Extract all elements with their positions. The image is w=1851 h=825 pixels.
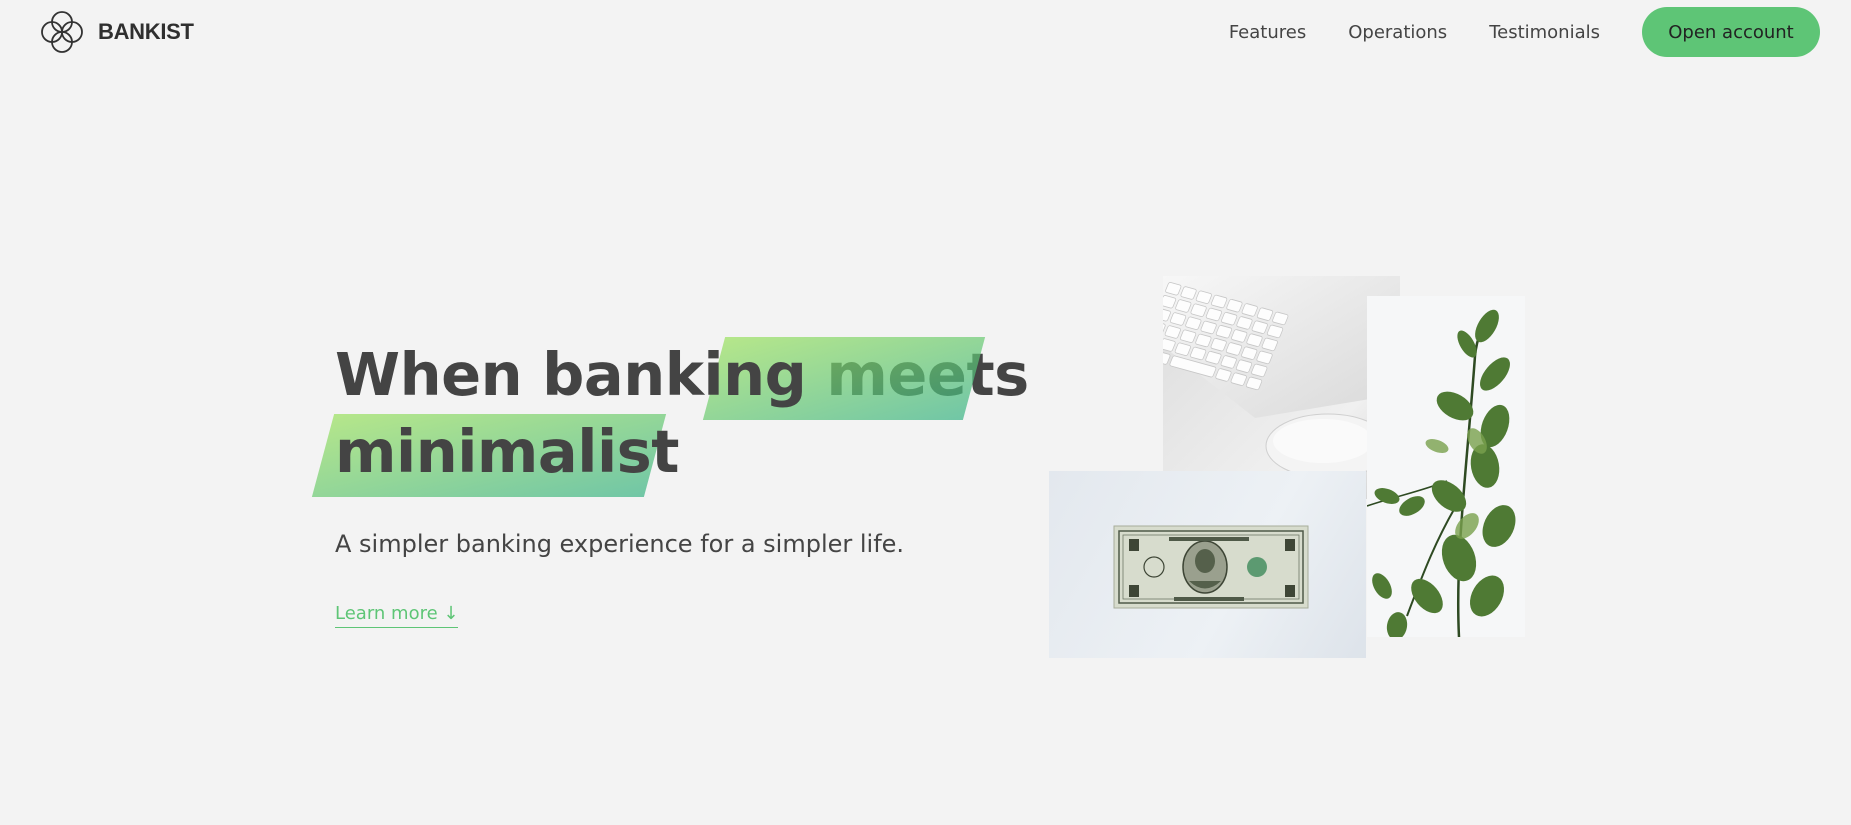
- hero-subtitle: A simpler banking experience for a simpl…: [335, 530, 905, 558]
- dollar-bill-photo: [1049, 471, 1366, 658]
- hero-headline: When banking meets minimalist: [311, 336, 1029, 497]
- logo[interactable]: BANKIST: [38, 8, 194, 56]
- top-navigation: BANKIST Features Operations Testimonials…: [0, 0, 1851, 64]
- bankist-logo-icon: [41, 11, 83, 53]
- nav-link-testimonials[interactable]: Testimonials: [1489, 22, 1600, 43]
- eucalyptus-plant-photo: [1367, 296, 1525, 637]
- headline-line-2: minimalist: [311, 413, 1029, 497]
- headline-line-1: When banking meets: [335, 336, 1029, 420]
- nav-links: Features Operations Testimonials Open ac…: [1229, 7, 1820, 57]
- nav-link-operations[interactable]: Operations: [1348, 22, 1447, 43]
- brand-name: BANKIST: [98, 19, 194, 44]
- keyboard-illustration: [1163, 276, 1400, 479]
- headline-highlight-banking: banking: [542, 337, 986, 420]
- dollar-bill-illustration: [1113, 525, 1309, 609]
- highlight-text-minimalist: minimalist: [335, 417, 680, 486]
- learn-more-link[interactable]: Learn more ↓: [335, 603, 459, 628]
- headline-text-when: When: [335, 340, 543, 409]
- plant-illustration: [1367, 309, 1516, 637]
- keyboard-mouse-photo: [1163, 276, 1400, 499]
- open-account-button[interactable]: Open account: [1642, 7, 1820, 57]
- headline-highlight-minimalist: minimalist: [311, 414, 680, 497]
- nav-link-features[interactable]: Features: [1229, 22, 1306, 43]
- highlight-text-banking: banking: [542, 340, 807, 409]
